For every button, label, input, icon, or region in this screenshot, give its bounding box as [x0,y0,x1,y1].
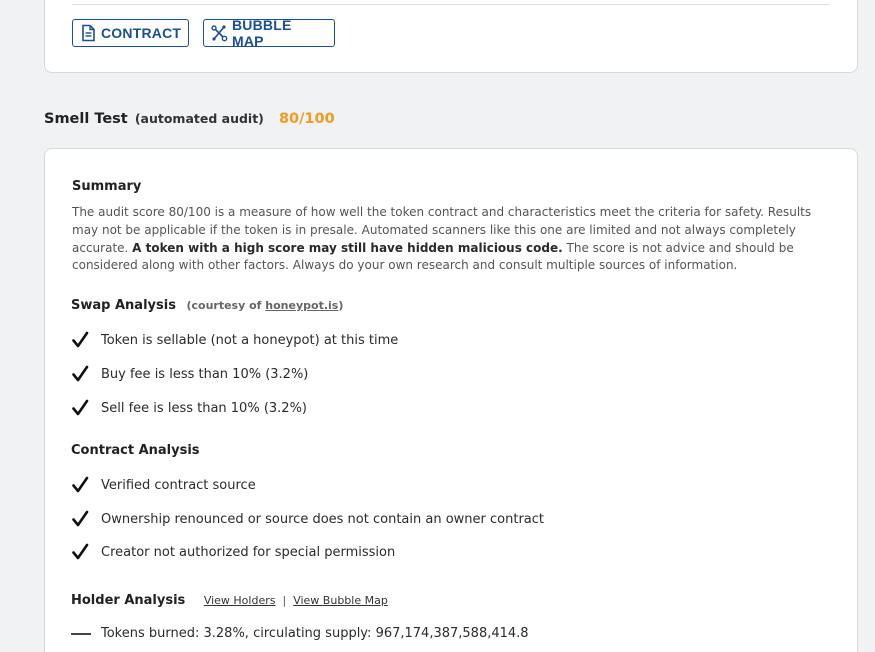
document-icon [79,24,97,42]
list-item: Ownership renounced or source does not c… [71,510,544,528]
courtesy-note: (courtesy of honeypot.is) [186,299,343,312]
dash-icon [71,632,91,635]
summary-text-bold: A token with a high score may still have… [132,240,563,255]
contract-analysis-heading: Contract Analysis [71,443,200,458]
check-icon [71,399,89,417]
courtesy-prefix: (courtesy of [186,299,266,312]
swap-analysis-heading: Swap Analysis (courtesy of honeypot.is) [71,298,343,313]
contract-button[interactable]: CONTRACT [72,19,189,47]
view-holders-link[interactable]: View Holders [204,594,276,607]
token-links-card: CONTRACT BUBBLE MAP [44,0,858,73]
contract-analysis-title: Contract Analysis [71,443,200,458]
list-item: Sell fee is less than 10% (3.2%) [71,399,307,417]
holder-item-label: Tokens burned: 3.28%, circulating supply… [101,626,529,641]
swap-item-label: Buy fee is less than 10% (3.2%) [101,366,309,382]
contract-item-label: Verified contract source [101,477,256,493]
list-item: Buy fee is less than 10% (3.2%) [71,365,308,383]
summary-text: The audit score 80/100 is a measure of h… [72,204,834,275]
check-icon [71,510,89,528]
list-item: Creator not authorized for special permi… [71,543,395,561]
bubble-map-button-label: BUBBLE MAP [232,17,292,49]
smell-test-heading: Smell Test (automated audit) 80/100 [44,111,335,127]
smell-test-title: Smell Test [44,111,128,127]
link-separator: | [282,594,287,607]
honeypot-link[interactable]: honeypot.is [265,299,338,312]
bubble-map-button[interactable]: BUBBLE MAP [203,17,335,49]
swap-item-label: Sell fee is less than 10% (3.2%) [101,400,307,416]
summary-title: Summary [72,179,142,194]
divider [72,4,830,5]
swap-analysis-title: Swap Analysis [71,298,176,313]
holder-analysis-title: Holder Analysis [71,593,186,608]
bubble-map-icon [210,24,228,42]
courtesy-suffix: ) [338,299,344,312]
check-icon [71,331,89,349]
check-icon [71,543,89,561]
audit-card: Summary The audit score 80/100 is a meas… [44,148,858,652]
holder-analysis-heading: Holder Analysis View Holders | View Bubble… [71,593,388,608]
check-icon [71,476,89,494]
list-item: Verified contract source [71,476,256,494]
contract-item-label: Creator not authorized for special permi… [101,544,396,560]
audit-score: 80/100 [278,111,335,127]
list-item: Tokens burned: 3.28%, circulating supply… [71,626,529,641]
swap-item-label: Token is sellable (not a honeypot) at th… [101,332,399,348]
contract-button-label: CONTRACT [101,25,182,41]
holder-links: View Holders | View Bubble Map [204,594,388,607]
check-icon [71,365,89,383]
smell-test-subtitle: (automated audit) [134,111,264,126]
view-bubble-map-link[interactable]: View Bubble Map [293,594,388,607]
list-item: Token is sellable (not a honeypot) at th… [71,331,398,349]
contract-item-label: Ownership renounced or source does not c… [101,511,544,527]
